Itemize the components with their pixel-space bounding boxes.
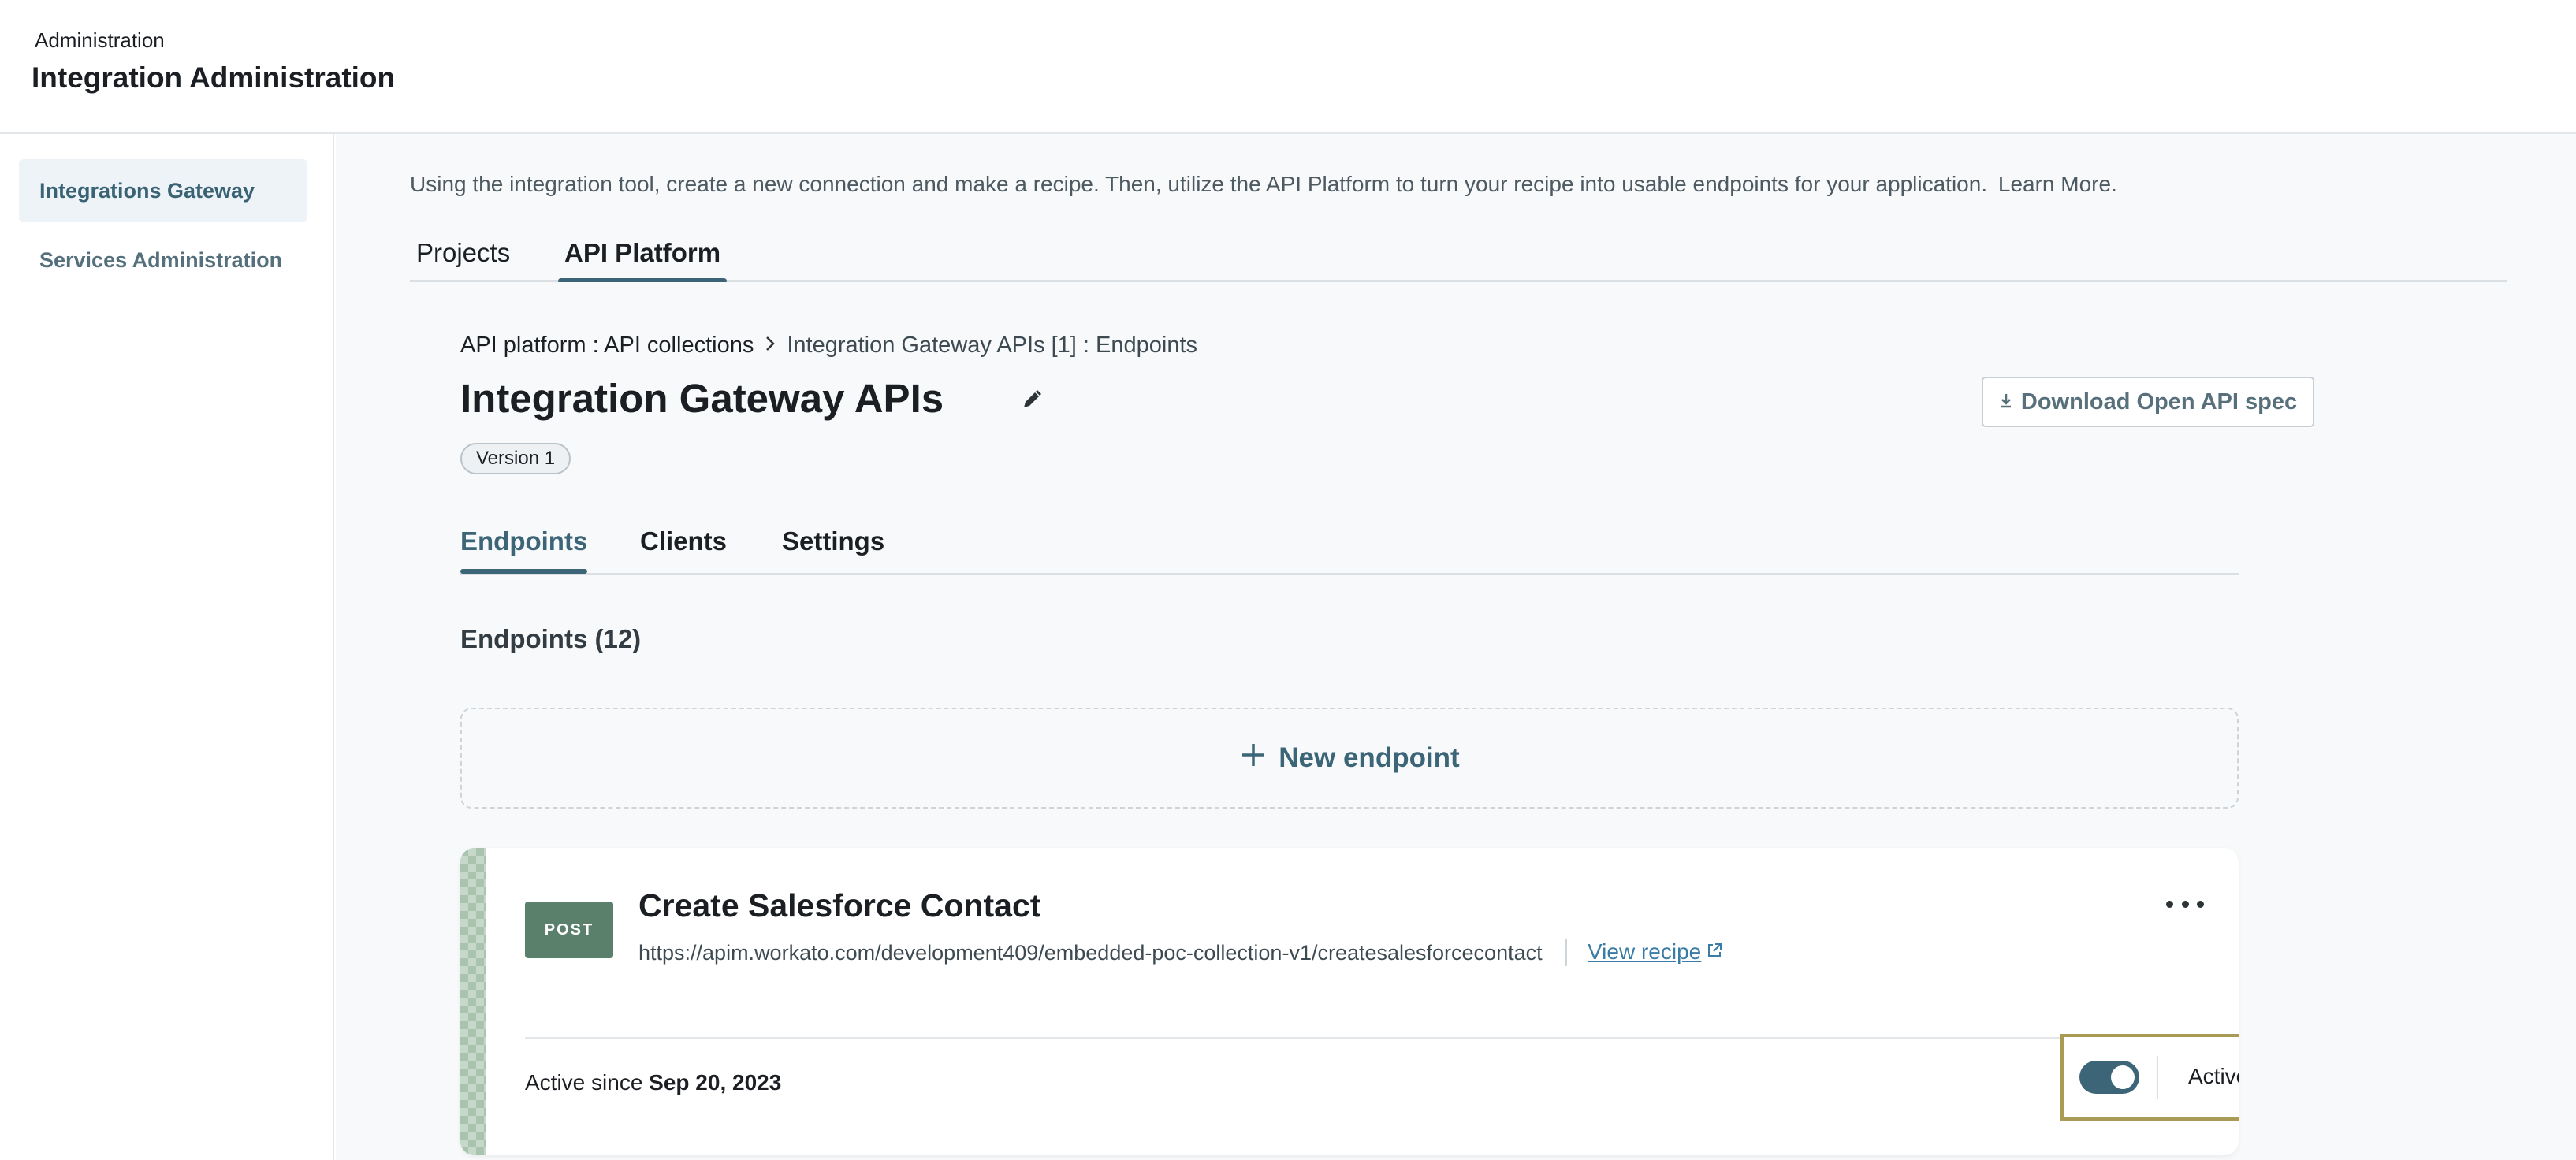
plus-icon	[1239, 741, 1268, 776]
sidebar-item-services-administration[interactable]: Services Administration	[19, 229, 307, 292]
external-link-icon	[1706, 939, 1723, 965]
endpoint-name[interactable]: Create Salesforce Contact	[638, 887, 1040, 924]
sidebar-item-integrations-gateway[interactable]: Integrations Gateway	[19, 159, 307, 222]
intro-description: Using the integration tool, create a new…	[410, 172, 1988, 196]
endpoint-active-toggle[interactable]	[2079, 1061, 2139, 1094]
active-since-date: Sep 20, 2023	[649, 1070, 782, 1095]
more-options-icon[interactable]	[2166, 892, 2204, 916]
tab-endpoints[interactable]: Endpoints	[460, 526, 588, 574]
tab-projects[interactable]: Projects	[416, 238, 510, 268]
chevron-right-icon	[763, 333, 777, 358]
http-method-badge: POST	[525, 902, 613, 958]
url-divider	[1565, 939, 1567, 966]
new-endpoint-label: New endpoint	[1279, 742, 1460, 773]
download-icon	[1999, 389, 2013, 415]
active-since-prefix: Active since	[525, 1070, 650, 1095]
tab-settings[interactable]: Settings	[782, 526, 884, 556]
download-openapi-button[interactable]: Download Open API spec	[1982, 377, 2314, 427]
new-endpoint-button[interactable]: New endpoint	[460, 708, 2239, 809]
page-title: Integration Gateway APIs	[460, 376, 944, 421]
top-header: Administration Integration Administratio…	[0, 0, 2576, 134]
status-label: Active	[2188, 1064, 2239, 1088]
card-divider	[525, 1037, 2204, 1039]
download-label: Download Open API spec	[2020, 389, 2298, 415]
view-recipe-link[interactable]: View recipe	[1588, 939, 1723, 965]
collection-tabs: Endpoints Clients Settings	[460, 519, 2239, 575]
main-content: Using the integration tool, create a new…	[336, 134, 2576, 1160]
endpoints-count-heading: Endpoints (12)	[460, 624, 642, 653]
main-tabs: Projects API Platform	[410, 227, 2507, 284]
endpoint-url: https://apim.workato.com/development409/…	[638, 941, 1543, 965]
app-title: Integration Administration	[32, 61, 396, 94]
intro-text: Using the integration tool, create a new…	[410, 172, 2117, 197]
version-badge: Version 1	[460, 443, 571, 474]
endpoint-status-strip	[460, 848, 486, 1155]
learn-more-link[interactable]: Learn More.	[1998, 172, 2117, 196]
tab-clients[interactable]: Clients	[640, 526, 727, 556]
toggle-knob	[2111, 1065, 2135, 1089]
endpoint-status-control: Active	[2060, 1034, 2239, 1121]
breadcrumb: API platform : API collections Integrati…	[460, 333, 1197, 359]
api-platform-panel: API platform : API collections Integrati…	[410, 282, 2507, 1160]
pencil-icon[interactable]	[1020, 388, 1044, 411]
breadcrumb-current: Integration Gateway APIs [1] : Endpoints	[787, 333, 1198, 358]
view-recipe-label: View recipe	[1588, 939, 1702, 964]
tab-api-platform[interactable]: API Platform	[557, 238, 728, 284]
status-divider	[2157, 1056, 2158, 1099]
breadcrumb-api-collections[interactable]: API platform : API collections	[460, 333, 754, 359]
endpoint-card: POST Create Salesforce Contact https://a…	[460, 848, 2239, 1155]
header-breadcrumb[interactable]: Administration	[35, 28, 165, 53]
active-since: Active since Sep 20, 2023	[525, 1070, 781, 1095]
sidebar: Integrations Gateway Services Administra…	[0, 134, 334, 1160]
